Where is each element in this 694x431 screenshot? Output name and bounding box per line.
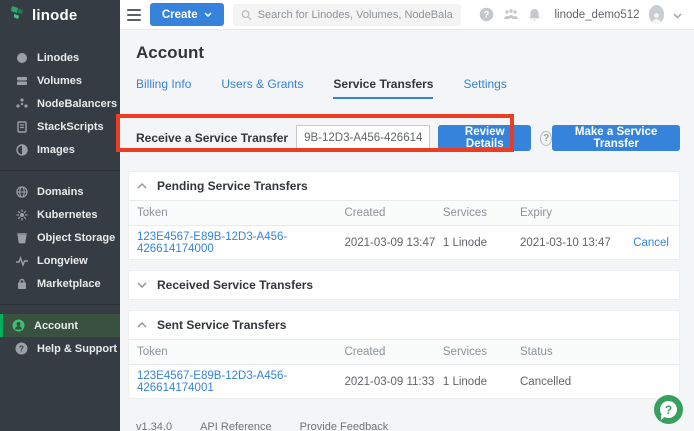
help-question-icon: ? <box>660 401 677 418</box>
logo-wordmark: linode <box>32 7 77 24</box>
svg-text:?: ? <box>483 10 489 20</box>
kubernetes-icon <box>15 208 28 221</box>
make-service-transfer-button[interactable]: Make a Service Transfer <box>552 125 680 151</box>
hamburger-menu-icon[interactable] <box>127 9 141 21</box>
sidebar-item-images[interactable]: Images <box>0 138 120 161</box>
bucket-icon <box>15 231 28 244</box>
app-window: linode Linodes Volumes NodeBalancers Sta… <box>0 0 694 431</box>
account-menu-chevron-icon[interactable] <box>673 6 682 24</box>
tab-settings[interactable]: Settings <box>463 77 506 99</box>
pending-expiry: 2021-03-10 13:47 <box>520 237 616 249</box>
pending-transfers-panel: Pending Service Transfers Token Created … <box>128 171 680 260</box>
nodebalancer-icon <box>15 97 28 110</box>
linode-icon <box>15 51 28 64</box>
pulse-icon <box>15 254 28 267</box>
domains-icon <box>15 185 28 198</box>
account-tabs: Billing Info Users & Grants Service Tran… <box>136 77 680 99</box>
main-content: Account Billing Info Users & Grants Serv… <box>120 30 694 431</box>
tab-service-transfers[interactable]: Service Transfers <box>333 77 433 99</box>
linode-logo-icon <box>10 5 26 26</box>
provide-feedback-link[interactable]: Provide Feedback <box>300 421 389 431</box>
search-icon <box>241 9 252 21</box>
community-icon[interactable] <box>503 6 519 23</box>
sent-status: Cancelled <box>520 376 669 388</box>
help-icon[interactable]: ? <box>479 6 494 23</box>
collapse-chevron-up-icon <box>137 181 147 191</box>
sidebar-item-account[interactable]: Account <box>0 314 120 337</box>
sidebar-item-stackscripts[interactable]: StackScripts <box>0 115 120 138</box>
received-transfers-panel: Received Service Transfers <box>128 270 680 300</box>
sidebar: linode Linodes Volumes NodeBalancers Sta… <box>0 0 120 431</box>
chevron-down-icon <box>204 12 212 17</box>
pending-table-row: 123E4567-E89B-12D3-A456-426614174000 202… <box>129 226 679 259</box>
footer: v1.34.0 API Reference Provide Feedback <box>136 421 680 431</box>
app-version: v1.34.0 <box>136 421 172 431</box>
sent-token-link[interactable]: 123E4567-E89B-12D3-A456-426614174001 <box>137 370 344 394</box>
search-input[interactable] <box>258 9 453 21</box>
collapse-chevron-down-icon <box>137 280 147 290</box>
username[interactable]: linode_demo512 <box>554 9 639 21</box>
receive-transfer-row: Receive a Service Transfer Review Detail… <box>136 125 680 151</box>
pending-table-header: Token Created Services Expiry <box>129 200 679 226</box>
sidebar-item-nodebalancers[interactable]: NodeBalancers <box>0 92 120 115</box>
review-details-button[interactable]: Review Details <box>438 125 531 151</box>
linode-logo[interactable]: linode <box>0 0 120 30</box>
stackscripts-icon <box>15 120 28 133</box>
sidebar-item-longview[interactable]: Longview <box>0 249 120 272</box>
transfer-token-input[interactable] <box>296 125 430 151</box>
sidebar-divider <box>0 304 120 305</box>
pending-transfers-header[interactable]: Pending Service Transfers <box>129 172 679 200</box>
cancel-transfer-link[interactable]: Cancel <box>616 237 669 249</box>
api-reference-link[interactable]: API Reference <box>200 421 272 431</box>
account-person-icon <box>12 319 25 332</box>
received-transfers-header[interactable]: Received Service Transfers <box>129 271 679 299</box>
tab-billing-info[interactable]: Billing Info <box>136 77 191 99</box>
topbar: Create ? linode_demo512 <box>120 0 694 30</box>
sidebar-item-marketplace[interactable]: Marketplace <box>0 272 120 295</box>
volumes-icon <box>15 74 28 87</box>
collapse-chevron-up-icon <box>137 320 147 330</box>
receive-transfer-label: Receive a Service Transfer <box>136 131 288 145</box>
pending-services: 1 Linode <box>443 237 520 249</box>
sent-table-row: 123E4567-E89B-12D3-A456-426614174001 202… <box>129 365 679 398</box>
sidebar-divider <box>0 170 120 171</box>
create-button[interactable]: Create <box>150 3 224 26</box>
pending-created: 2021-03-09 13:47 <box>344 237 442 249</box>
avatar[interactable] <box>649 5 664 24</box>
svg-text:?: ? <box>19 344 24 353</box>
transfer-help-icon[interactable]: ? <box>540 131 552 146</box>
marketplace-icon <box>15 277 28 290</box>
sent-transfers-panel: Sent Service Transfers Token Created Ser… <box>128 310 680 399</box>
pending-token-link[interactable]: 123E4567-E89B-12D3-A456-426614174000 <box>137 231 344 255</box>
images-icon <box>15 143 28 156</box>
content-column: Create ? linode_demo512 <box>120 0 694 431</box>
sidebar-item-volumes[interactable]: Volumes <box>0 69 120 92</box>
sent-table-header: Token Created Services Status <box>129 339 679 365</box>
sidebar-item-help-support[interactable]: ? Help & Support <box>0 337 120 360</box>
sent-transfers-header[interactable]: Sent Service Transfers <box>129 311 679 339</box>
global-search[interactable] <box>233 4 461 26</box>
notifications-bell-icon[interactable] <box>528 6 542 23</box>
help-circle-icon: ? <box>15 342 28 355</box>
sidebar-item-domains[interactable]: Domains <box>0 180 120 203</box>
sent-services: 1 Linode <box>443 376 520 388</box>
sidebar-item-object-storage[interactable]: Object Storage <box>0 226 120 249</box>
sidebar-item-kubernetes[interactable]: Kubernetes <box>0 203 120 226</box>
page-title: Account <box>136 43 680 63</box>
tab-users-grants[interactable]: Users & Grants <box>221 77 303 99</box>
help-fab-button[interactable]: ? <box>654 395 683 424</box>
sidebar-item-linodes[interactable]: Linodes <box>0 46 120 69</box>
sent-created: 2021-03-09 11:33 <box>344 376 442 388</box>
sidebar-nav: Linodes Volumes NodeBalancers StackScrip… <box>0 30 120 360</box>
